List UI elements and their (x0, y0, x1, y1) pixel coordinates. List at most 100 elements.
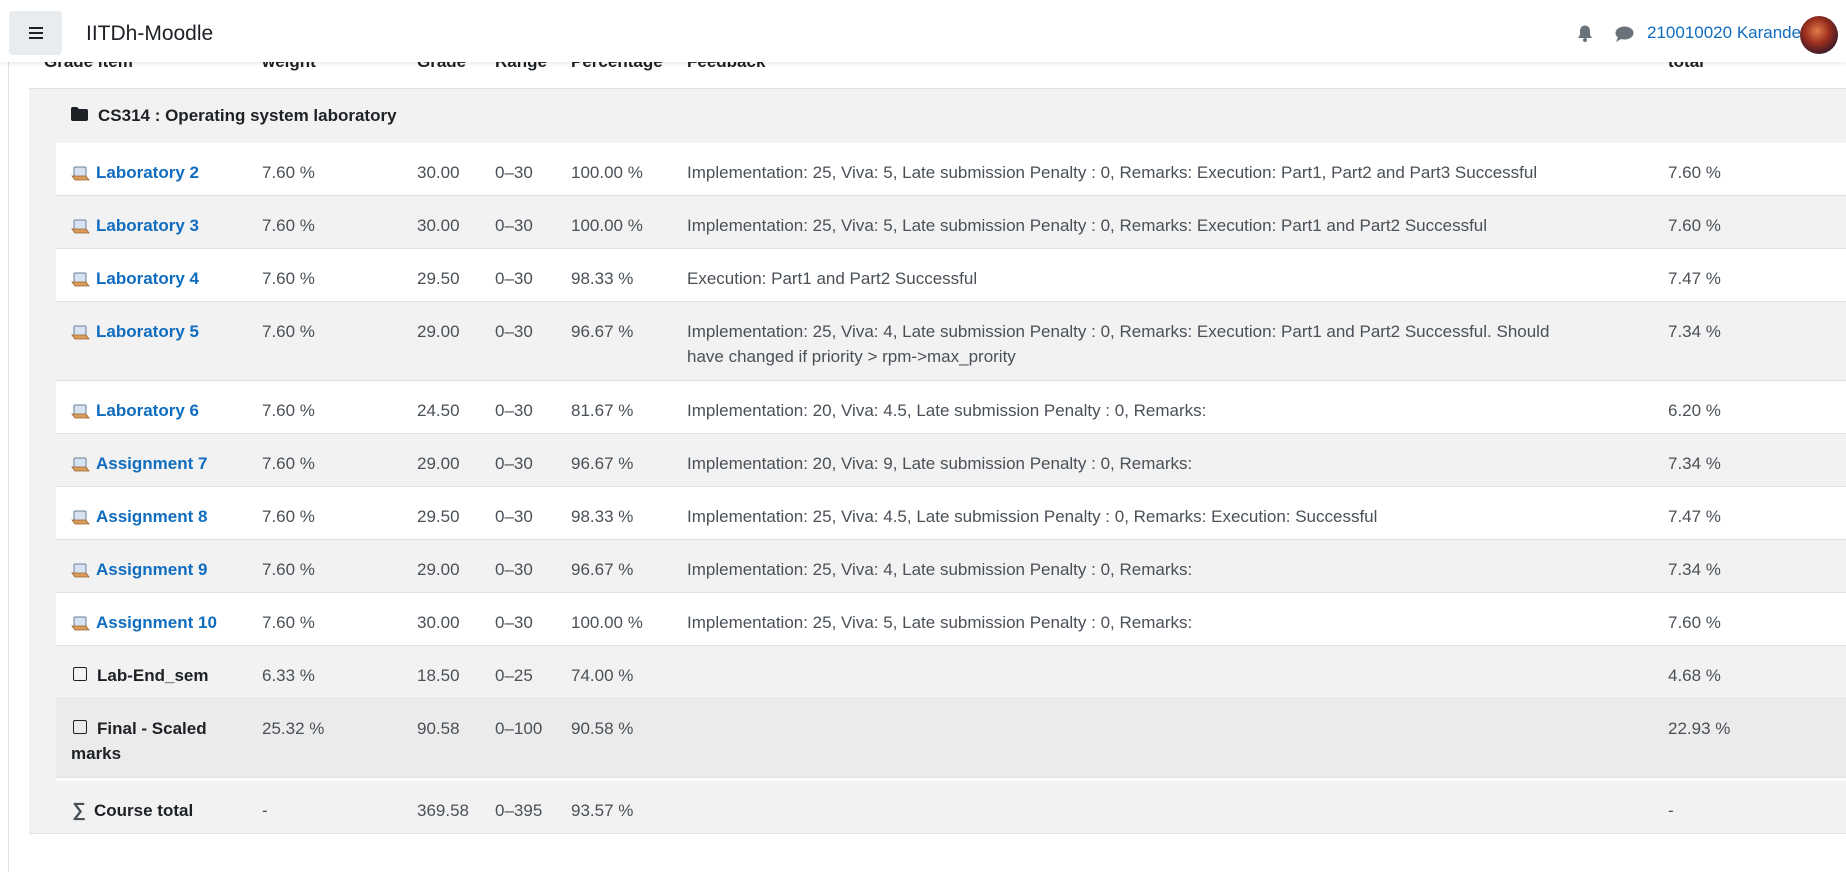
weight-cell: 7.60 % (262, 454, 315, 473)
range-cell: 0–30 (495, 269, 533, 288)
assignment-icon (71, 510, 90, 525)
table-row: Laboratory 2 7.60 % 30.00 0–30 100.00 % … (56, 143, 1846, 196)
percentage-cell: 93.57 % (571, 801, 634, 820)
range-cell: 0–30 (495, 401, 533, 420)
range-cell: 0–30 (495, 560, 533, 579)
range-cell: 0–30 (495, 322, 533, 341)
percentage-cell: 96.67 % (571, 560, 634, 579)
grade-item-name: Lab-End_sem (97, 666, 209, 685)
weight-cell: 25.32 % (262, 719, 325, 738)
category-row: CS314 : Operating system laboratory (29, 89, 1846, 144)
category-indent (29, 143, 56, 833)
grade-cell: 29.50 (417, 507, 460, 526)
weight-cell: 7.60 % (262, 216, 315, 235)
assignment-icon (71, 404, 90, 419)
table-row-final-scaled: Final - Scaled marks 25.32 % 90.58 0–100… (56, 699, 1846, 778)
grade-cell: 30.00 (417, 613, 460, 632)
grade-item-link[interactable]: Laboratory 6 (96, 401, 199, 420)
grade-item-link[interactable]: Assignment 9 (96, 560, 207, 579)
assignment-icon (71, 325, 90, 340)
grade-item-link[interactable]: Assignment 7 (96, 454, 207, 473)
percentage-cell: 74.00 % (571, 666, 634, 685)
total-cell: 4.68 % (1668, 666, 1721, 685)
sigma-icon: ∑ (72, 800, 86, 821)
weight-cell: 7.60 % (262, 507, 315, 526)
table-row: Laboratory 6 7.60 % 24.50 0–30 81.67 % I… (56, 381, 1846, 434)
grade-cell: 30.00 (417, 216, 460, 235)
feedback-cell: Implementation: 25, Viva: 5, Late submis… (687, 613, 1193, 632)
table-row: Laboratory 3 7.60 % 30.00 0–30 100.00 % … (56, 196, 1846, 249)
total-cell: 6.20 % (1668, 401, 1721, 420)
range-cell: 0–25 (495, 666, 533, 685)
range-cell: 0–30 (495, 216, 533, 235)
grade-cell: 369.58 (417, 801, 469, 820)
feedback-cell: Implementation: 25, Viva: 5, Late submis… (687, 163, 1538, 182)
total-cell: 7.47 % (1668, 269, 1721, 288)
percentage-cell: 96.67 % (571, 454, 634, 473)
range-cell: 0–30 (495, 454, 533, 473)
grade-cell: 30.00 (417, 163, 460, 182)
assignment-icon (71, 272, 90, 287)
manual-item-icon (73, 720, 87, 734)
feedback-cell: Implementation: 25, Viva: 4.5, Late subm… (687, 507, 1378, 526)
feedback-cell: Implementation: 25, Viva: 5, Late submis… (687, 216, 1488, 235)
total-cell: 7.60 % (1668, 613, 1721, 632)
table-row-lab-end-sem: Lab-End_sem 6.33 % 18.50 0–25 74.00 % 4.… (56, 646, 1846, 699)
assignment-icon (71, 563, 90, 578)
site-name[interactable]: IITDh-Moodle (86, 22, 213, 46)
total-cell: 7.34 % (1668, 454, 1721, 473)
percentage-cell: 98.33 % (571, 507, 634, 526)
grade-item-link[interactable]: Laboratory 2 (96, 163, 199, 182)
feedback-cell: Implementation: 25, Viva: 4, Late submis… (687, 322, 1550, 366)
drawer-toggle-button[interactable] (9, 11, 62, 55)
table-row: Assignment 9 7.60 % 29.00 0–30 96.67 % I… (56, 540, 1846, 593)
grade-cell: 29.50 (417, 269, 460, 288)
user-menu-name[interactable]: 210010020 Karande (1647, 23, 1801, 43)
chat-icon[interactable] (1615, 26, 1634, 42)
feedback-cell: Implementation: 20, Viva: 9, Late submis… (687, 454, 1193, 473)
grade-item-link[interactable]: Assignment 10 (96, 613, 217, 632)
percentage-cell: 100.00 % (571, 613, 643, 632)
grade-item-link[interactable]: Laboratory 5 (96, 322, 199, 341)
weight-cell: - (262, 801, 268, 820)
grade-item-link[interactable]: Assignment 8 (96, 507, 207, 526)
grade-cell: 24.50 (417, 401, 460, 420)
range-cell: 0–395 (495, 801, 543, 820)
grade-cell: 18.50 (417, 666, 460, 685)
weight-cell: 7.60 % (262, 163, 315, 182)
table-row: Assignment 10 7.60 % 30.00 0–30 100.00 %… (56, 593, 1846, 646)
percentage-cell: 100.00 % (571, 216, 643, 235)
assignment-icon (71, 166, 90, 181)
percentage-cell: 96.67 % (571, 322, 634, 341)
grade-item-name: Course total (94, 801, 194, 820)
bell-icon[interactable] (1577, 25, 1593, 42)
avatar[interactable] (1800, 16, 1838, 54)
grade-cell: 29.00 (417, 560, 460, 579)
grade-rows: Laboratory 2 7.60 % 30.00 0–30 100.00 % … (56, 143, 1846, 778)
weight-cell: 7.60 % (262, 322, 315, 341)
range-cell: 0–30 (495, 163, 533, 182)
total-cell: 7.60 % (1668, 163, 1721, 182)
table-row: Assignment 7 7.60 % 29.00 0–30 96.67 % I… (56, 434, 1846, 487)
grade-cell: 90.58 (417, 719, 460, 738)
grade-item-link[interactable]: Laboratory 4 (96, 269, 199, 288)
feedback-cell: Implementation: 20, Viva: 4.5, Late subm… (687, 401, 1207, 420)
percentage-cell: 81.67 % (571, 401, 634, 420)
total-cell: 7.34 % (1668, 560, 1721, 579)
table-row-course-total: ∑ Course total - 369.58 0–395 93.57 % - (29, 781, 1846, 834)
feedback-cell: Execution: Part1 and Part2 Successful (687, 269, 978, 288)
weight-cell: 7.60 % (262, 560, 315, 579)
range-cell: 0–100 (495, 719, 543, 738)
assignment-icon (71, 616, 90, 631)
weight-cell: 7.60 % (262, 401, 315, 420)
total-cell: 7.47 % (1668, 507, 1721, 526)
range-cell: 0–30 (495, 613, 533, 632)
percentage-cell: 90.58 % (571, 719, 634, 738)
grade-item-link[interactable]: Laboratory 3 (96, 216, 199, 235)
table-row: Assignment 8 7.60 % 29.50 0–30 98.33 % I… (56, 487, 1846, 540)
range-cell: 0–30 (495, 507, 533, 526)
total-cell: - (1668, 801, 1674, 820)
grade-item-name: Final - Scaled marks (71, 719, 207, 763)
top-navbar: IITDh-Moodle 210010020 Karande (0, 0, 1846, 62)
grade-cell: 29.00 (417, 454, 460, 473)
